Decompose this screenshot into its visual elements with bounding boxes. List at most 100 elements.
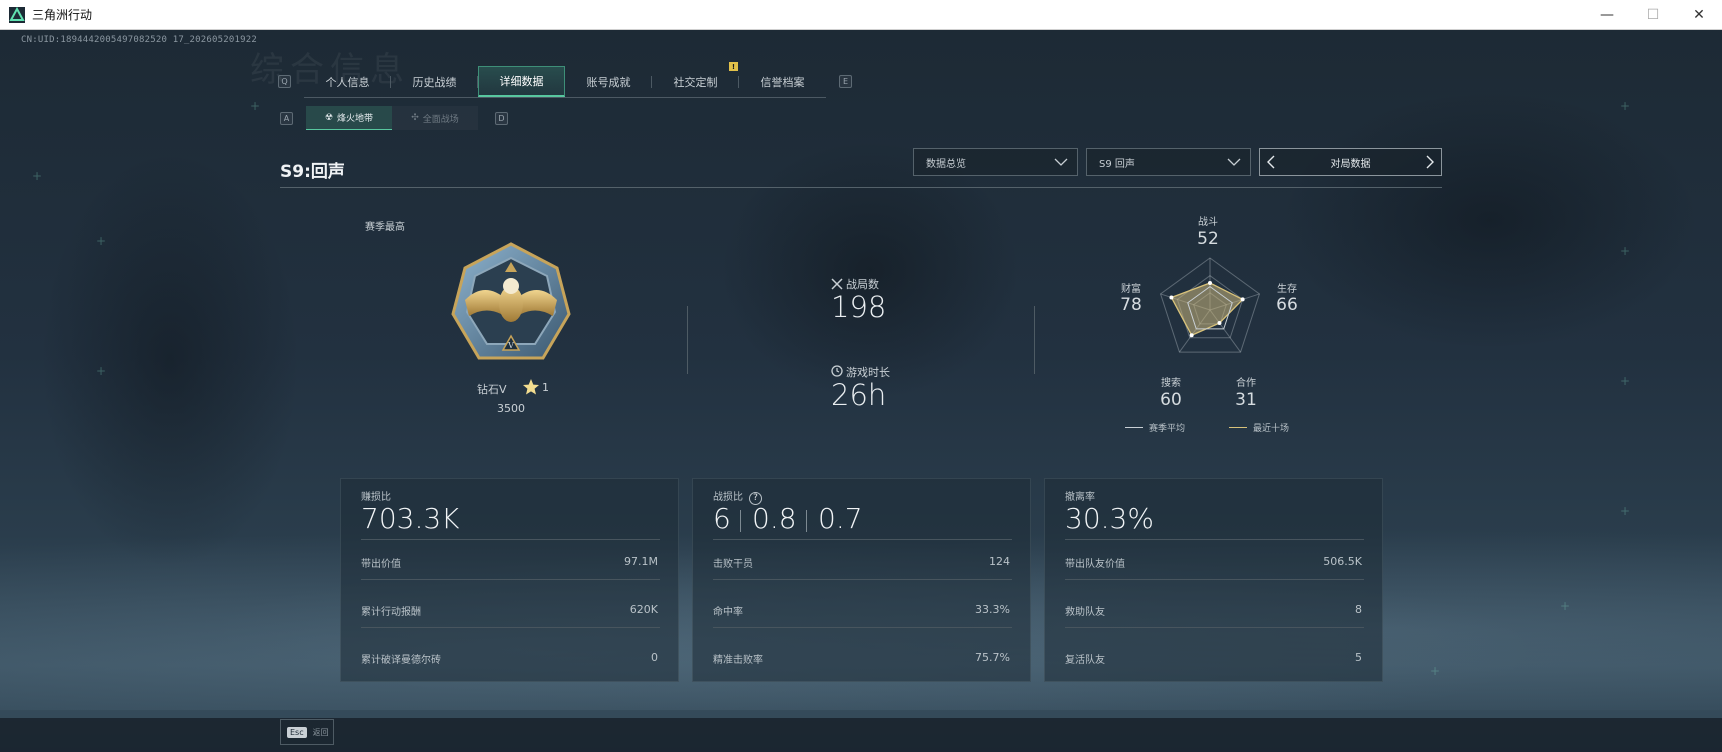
grid-plus-decor: + [96,364,107,378]
row-value: 506.5K [1323,555,1362,568]
grid-plus-decor: + [250,99,261,113]
notification-badge: ! [729,62,738,71]
chevron-right-icon[interactable] [1425,154,1435,170]
key-hint-d: D [495,112,508,125]
back-label: 返回 [312,727,329,737]
subtab-battlefield[interactable]: ✣ 全面战场 [392,106,478,130]
radar-value-combat: 52 [1197,229,1219,249]
row-value: 97.1M [624,555,658,568]
header-divider [280,187,1442,188]
dropdown-value: 数据总览 [926,158,966,170]
dropdown-value: S9 回声 [1099,158,1135,170]
profit-card: 赚损比 703.3K 带出价值 97.1M 累计行动报酬 620K 累计破译曼德… [340,478,679,682]
tab-reputation[interactable]: 信誉档案 [739,66,826,97]
rank-score: 3500 [497,402,525,415]
match-data-pager: 对局数据 [1259,148,1442,176]
row-value: 0 [651,651,658,664]
chevron-left-icon[interactable] [1266,154,1276,170]
grid-plus-decor: + [1430,664,1441,678]
radar-value-search: 60 [1160,390,1182,410]
tab-label: 社交定制 [673,75,718,89]
row-label: 救助队友 [1065,607,1105,618]
grid-plus-decor: + [1620,244,1631,258]
legend-recent-ten: 最近十场 [1229,421,1289,434]
tab-history[interactable]: 历史战绩 [391,66,478,97]
row-label: 累计行动报酬 [361,607,421,618]
radar-point [1217,321,1222,326]
flame-zone-icon: ☢ [324,112,334,123]
bottom-bar [0,718,1722,752]
overview-dropdown[interactable]: 数据总览 [913,148,1078,176]
crossed-swords-icon [831,278,843,290]
tab-label: 信誉档案 [760,75,805,89]
ratio-divider [740,510,741,532]
season-dropdown[interactable]: S9 回声 [1086,148,1251,176]
card-divider [713,579,1012,580]
rank-medal-icon: V [451,242,571,360]
star-icon [523,379,539,395]
season-best-label: 赛季最高 [365,222,405,233]
season-title: S9:回声 [280,162,345,182]
legend-label: 赛季平均 [1149,424,1186,434]
window-titlebar: 三角洲行动 — ☐ ✕ [0,0,1722,30]
card-divider [1065,627,1364,628]
radar-point [1208,280,1212,285]
tab-detailed-data[interactable]: 详细数据 [478,66,565,97]
row-label: 命中率 [713,607,743,618]
card-divider [1065,579,1364,580]
row-label: 击败干员 [713,559,753,570]
kd-ratio-value: 6 [713,502,731,535]
grid-plus-decor: + [1620,99,1631,113]
key-hint-a: A [280,112,293,125]
pager-label: 对局数据 [1330,158,1371,170]
radar-value-cooperation: 31 [1235,390,1257,410]
maximize-button[interactable]: ☐ [1630,0,1676,30]
card-main-value: 703.3K [361,502,460,535]
radar-point [1240,297,1245,302]
radar-point [1169,295,1174,300]
row-value: 620K [629,603,658,616]
back-button[interactable]: Esc 返回 [280,719,334,745]
subtab-flame-zone[interactable]: ☢ 烽火地带 [306,106,392,130]
legend-season-avg: 赛季平均 [1125,421,1185,434]
row-label: 带出价值 [361,559,401,570]
grid-plus-decor: + [32,169,43,183]
combat-card: 战损比? 6 0.8 0.7 击败干员 124 命中率 33.3% 精准击败率 … [692,478,1031,682]
card-title: 赚损比 [361,492,391,503]
radar-label-search: 搜索 [1161,378,1181,389]
mode-subtabs: ☢ 烽火地带 ✣ 全面战场 [306,106,478,130]
ratio-divider [806,510,807,532]
subtab-label: 全面战场 [422,114,459,125]
card-divider [713,627,1012,628]
card-divider [361,627,660,628]
radar-label-survival: 生存 [1277,284,1297,295]
tab-label: 历史战绩 [412,75,457,89]
card-divider [1065,539,1364,540]
minimize-button[interactable]: — [1584,0,1630,30]
row-value: 75.7% [975,651,1010,664]
row-value: 33.3% [975,603,1010,616]
rank-star-count: 1 [542,381,549,394]
app-logo-icon [9,6,25,23]
chevron-down-icon [1054,158,1068,166]
radar-label-wealth: 财富 [1121,284,1141,295]
key-hint-q: Q [278,75,291,88]
card-divider [361,539,660,540]
legend-swatch [1125,427,1143,428]
row-label: 复活队友 [1065,655,1105,666]
section-divider [687,306,688,374]
chevron-down-icon [1227,158,1241,166]
row-label: 累计破译曼德尔砖 [361,655,441,666]
radar-label-combat: 战斗 [1198,217,1218,228]
card-divider [361,579,660,580]
tab-achievements[interactable]: 账号成就 [565,66,652,97]
main-tabs: 个人信息 历史战绩 详细数据 账号成就 社交定制 信誉档案 [304,66,826,98]
close-button[interactable]: ✕ [1676,0,1722,30]
rank-name: 钻石V [477,383,507,396]
player-uid: CN:UID:1894442005497082520 17_2026052019… [21,35,257,45]
radar-value-survival: 66 [1276,295,1298,315]
grid-plus-decor: + [96,234,107,248]
tab-social-custom[interactable]: 社交定制 [652,66,739,97]
tab-personal-info[interactable]: 个人信息 [304,66,391,97]
esc-key-hint: Esc [287,726,307,738]
